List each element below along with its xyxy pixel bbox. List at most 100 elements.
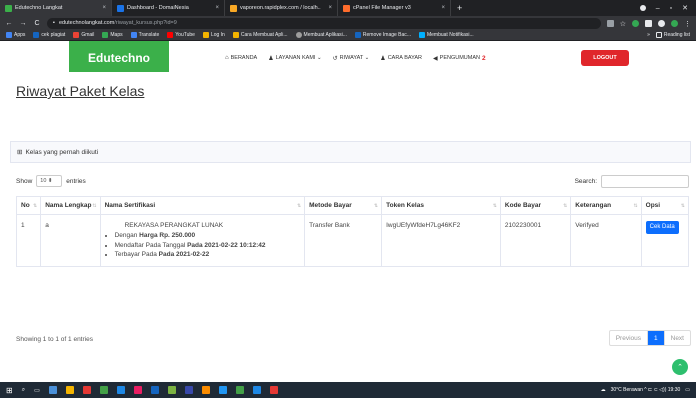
home-icon: ⌂: [225, 55, 229, 61]
page-title: Riwayat Paket Kelas: [16, 83, 145, 99]
column-header-keterangan[interactable]: Keterangan ⇅: [570, 196, 642, 215]
nav-beranda[interactable]: ⌂ BERANDA: [225, 55, 257, 61]
bookmark-item[interactable]: Gmail: [73, 32, 94, 38]
bookmark-label: Apps: [14, 32, 26, 38]
task-view-icon[interactable]: ▭: [34, 387, 40, 394]
back-icon[interactable]: ←: [5, 20, 13, 27]
sort-icon: ⇅: [492, 203, 497, 209]
cek-data-button[interactable]: Cek Data: [645, 221, 679, 234]
logout-button[interactable]: LOGOUT: [581, 50, 629, 66]
nav-layanan[interactable]: ♟ LAYANAN KAMI ⌄: [268, 55, 321, 62]
bookmark-label: Remove Image Bac...: [362, 32, 411, 38]
bookmark-item[interactable]: Maps: [102, 32, 123, 38]
page-1-button[interactable]: 1: [647, 331, 665, 345]
detail-prefix: Terbayar Pada: [114, 251, 159, 259]
browser-tab[interactable]: Dashboard - DomaiNesia ×: [112, 0, 225, 16]
forward-icon[interactable]: →: [19, 20, 27, 27]
app-icon[interactable]: [99, 386, 108, 394]
bookmark-item[interactable]: Cara Membuat Apli...: [232, 32, 288, 38]
column-label: Nama Sertifikasi: [104, 202, 156, 209]
bookmark-item[interactable]: cek plagiat: [33, 32, 65, 38]
app-icon[interactable]: [82, 386, 91, 394]
cell-metode: Transfer Bank: [304, 214, 383, 267]
bookmarks-more-button[interactable]: »: [647, 32, 650, 38]
column-label: Metode Bayar: [309, 202, 352, 209]
maps-icon: [102, 32, 109, 38]
browser-tab[interactable]: Edutechno Langkat ×: [0, 0, 112, 16]
column-header-nama[interactable]: Nama Lengkap ⇅: [40, 196, 101, 215]
new-tab-button[interactable]: +: [451, 0, 468, 16]
app-icon[interactable]: [150, 386, 159, 394]
tab-favicon-icon: [117, 4, 124, 12]
column-header-metode[interactable]: Metode Bayar ⇅: [304, 196, 383, 215]
search-icon[interactable]: ⌕: [22, 387, 25, 394]
extension-icon[interactable]: [632, 19, 639, 27]
maximize-icon[interactable]: ▫: [670, 5, 672, 12]
column-header-opsi[interactable]: Opsi ⇅: [640, 196, 690, 215]
app-icon[interactable]: [133, 386, 142, 394]
nav-cara-bayar[interactable]: ♟ CARA BAYAR: [380, 55, 422, 62]
close-window-icon[interactable]: ✕: [682, 4, 688, 12]
app-icon[interactable]: [167, 386, 176, 394]
bookmark-item[interactable]: Membuat Notifikasi...: [418, 32, 474, 38]
bookmark-item[interactable]: Log In: [202, 32, 225, 38]
extension-icon[interactable]: [671, 19, 678, 27]
nav-riwayat[interactable]: ↺ RIWAYAT ⌄: [333, 55, 370, 62]
tab-close-icon[interactable]: ×: [441, 5, 445, 11]
tab-close-icon[interactable]: ×: [102, 5, 106, 11]
previous-button[interactable]: Previous: [610, 331, 647, 345]
app-icon[interactable]: [116, 386, 125, 394]
bookmark-item[interactable]: Translate: [130, 32, 159, 38]
bookmark-label: Gmail: [81, 32, 95, 38]
app-icon[interactable]: [218, 386, 227, 394]
entries-select-value: 10: [40, 178, 47, 184]
app-icon[interactable]: [65, 386, 74, 394]
nav-pengumuman[interactable]: ◀ PENGUMUMAN 2: [433, 55, 486, 62]
bookmark-item[interactable]: YouTube: [167, 32, 195, 38]
app-icon[interactable]: [235, 386, 244, 394]
tab-close-icon[interactable]: ×: [328, 5, 332, 11]
scroll-to-top-button[interactable]: ⌃: [672, 359, 688, 375]
bookmark-item[interactable]: Apps: [6, 32, 25, 38]
menu-icon[interactable]: ⋮: [684, 20, 691, 28]
address-bar[interactable]: ▪ edutechnolangkat.com/riwayat_kursus.ph…: [47, 17, 601, 29]
puzzle-icon[interactable]: [658, 19, 665, 27]
minimize-icon[interactable]: –: [656, 5, 660, 12]
detail-paid: Terbayar Pada Pada 2021-02-22: [115, 250, 301, 260]
column-header-no[interactable]: No ⇅: [15, 196, 42, 215]
bookmark-label: Maps: [110, 32, 123, 38]
browser-toolbar: ← → C ▪ edutechnolangkat.com/riwayat_kur…: [0, 16, 696, 30]
notification-icon[interactable]: ▭: [685, 387, 690, 393]
site-logo[interactable]: Edutechno: [69, 41, 169, 75]
app-icon[interactable]: [269, 386, 278, 394]
star-icon[interactable]: ☆: [620, 20, 626, 28]
bookmark-icon: [418, 32, 425, 38]
browser-tab[interactable]: cPanel File Manager v3 ×: [338, 0, 451, 16]
sort-icon: ⇅: [32, 203, 38, 209]
app-icon[interactable]: [252, 386, 261, 394]
column-header-kode[interactable]: Kode Bayar ⇅: [499, 196, 572, 215]
bookmark-item[interactable]: Membuat Aplikasi...: [295, 32, 347, 38]
translate-extension-icon[interactable]: [606, 19, 614, 27]
search-input[interactable]: [601, 174, 689, 188]
entries-select[interactable]: 10 ⬍: [36, 175, 63, 187]
apps-icon: [6, 32, 12, 38]
detail-value: Pada 2021-02-22 10:12:42: [187, 241, 266, 249]
reading-list-button[interactable]: Reading list: [655, 32, 690, 38]
app-icon[interactable]: [48, 386, 57, 394]
browser-tab[interactable]: vaporeon.rapidplex.com / localh... ×: [225, 0, 338, 16]
app-icon[interactable]: [201, 386, 210, 394]
column-header-sertifikasi[interactable]: Nama Sertifikasi ⇅: [99, 196, 306, 215]
detail-price: Dengan Harga Rp. 250.000: [115, 231, 301, 241]
column-header-token[interactable]: Token Kelas ⇅: [381, 196, 501, 215]
extension-icon[interactable]: [645, 19, 652, 27]
bookmark-item[interactable]: Remove Image Bac...: [354, 32, 411, 38]
profile-icon[interactable]: [639, 5, 646, 11]
detail-value: Pada 2021-02-22: [158, 251, 210, 259]
windows-start-icon[interactable]: ⊞: [6, 386, 13, 395]
next-button[interactable]: Next: [665, 331, 690, 345]
app-icon[interactable]: [184, 386, 193, 394]
reload-icon[interactable]: C: [33, 20, 41, 27]
tab-close-icon[interactable]: ×: [215, 5, 219, 11]
search-area: Search:: [575, 174, 689, 188]
